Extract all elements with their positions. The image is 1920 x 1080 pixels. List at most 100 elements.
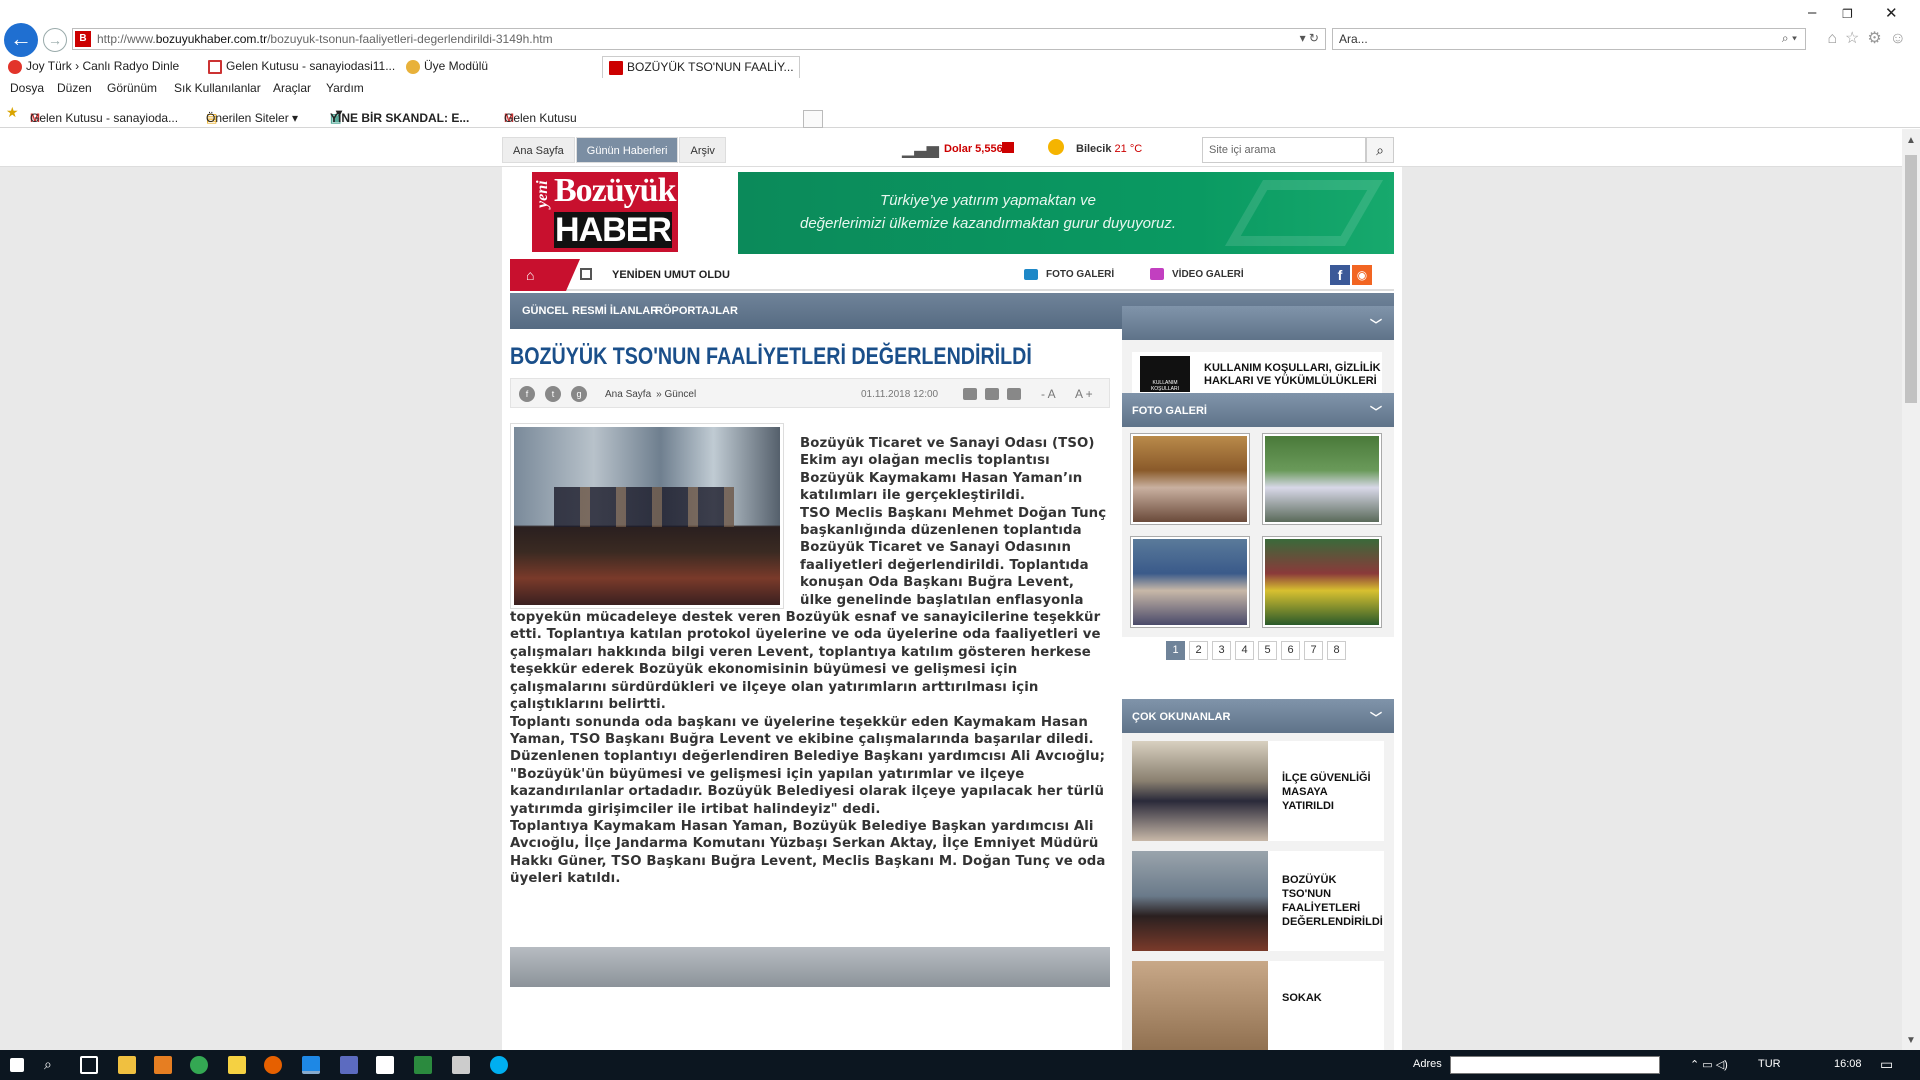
internet-explorer-icon[interactable] xyxy=(302,1056,320,1074)
font-decrease-button[interactable]: - A xyxy=(1041,387,1056,401)
search-icon[interactable]: ⌕ xyxy=(44,1056,52,1073)
store-icon[interactable] xyxy=(414,1056,432,1074)
minimize-icon[interactable]: – xyxy=(1808,4,1816,21)
menu-gorunum[interactable]: Görünüm xyxy=(107,81,157,95)
breadcrumb-ana-sayfa[interactable]: Ana Sayfa xyxy=(605,389,651,400)
mail-icon[interactable] xyxy=(985,388,999,400)
media-player-icon[interactable] xyxy=(154,1056,172,1074)
restore-icon[interactable]: ❐ xyxy=(1842,7,1853,21)
mail-icon[interactable] xyxy=(376,1056,394,1074)
home-icon[interactable]: ⌂ xyxy=(510,259,580,291)
skype-icon[interactable] xyxy=(490,1056,508,1074)
address-bar[interactable]: B http://www.bozuyukhaber.com.tr/bozuyuk… xyxy=(72,28,1326,50)
article-second-image[interactable] xyxy=(510,947,1110,987)
gallery-thumb[interactable] xyxy=(1130,536,1250,628)
facebook-icon[interactable]: f xyxy=(1330,265,1350,285)
scroll-down-icon[interactable]: ▼ xyxy=(1906,1035,1916,1046)
fav-skandal[interactable]: ▣ YİNE BİR SKANDAL: E... ▾ xyxy=(330,106,469,125)
page-button-2[interactable]: 2 xyxy=(1189,641,1208,660)
page-button-1[interactable]: 1 xyxy=(1166,641,1185,660)
chart-icon[interactable]: ▁▃▅ xyxy=(902,139,939,159)
page-button-4[interactable]: 4 xyxy=(1235,641,1254,660)
system-tray-icons[interactable]: ⌃ ▭ ◁) xyxy=(1690,1058,1728,1071)
menu-yardim[interactable]: Yardım xyxy=(326,81,364,95)
topnav-ana-sayfa[interactable]: Ana Sayfa xyxy=(502,137,575,163)
page-button-3[interactable]: 3 xyxy=(1212,641,1231,660)
firefox-icon[interactable] xyxy=(264,1056,282,1074)
chevron-down-icon[interactable]: ﹀ xyxy=(1370,709,1382,726)
page-button-7[interactable]: 7 xyxy=(1304,641,1323,660)
search-icon[interactable]: ⌕ ▾ xyxy=(1782,31,1797,46)
menu-sik-kullanilanlar[interactable]: Sık Kullanılanlar xyxy=(174,81,261,95)
rss-icon[interactable]: ◉ xyxy=(1352,265,1372,285)
toolbar-icons[interactable]: ⌂☆⚙☺ xyxy=(1827,28,1914,48)
foto-galeri-header[interactable]: FOTO GALERİ ﹀ xyxy=(1122,393,1394,427)
ad-banner[interactable]: Türkiye’ye yatırım yapmaktan ve değerler… xyxy=(738,172,1394,254)
app-icon[interactable] xyxy=(340,1056,358,1074)
article-body: Bozüyük Ticaret ve Sanayi Odası (TSO) Ek… xyxy=(510,435,1110,888)
gallery-thumb[interactable] xyxy=(1262,536,1382,628)
gallery-photo xyxy=(1133,436,1247,522)
refresh-icon[interactable]: ▾ ↻ xyxy=(1300,31,1319,45)
chevron-down-icon[interactable]: ﹀ xyxy=(1370,316,1382,333)
category-resmi-ilanlar[interactable]: RESMİ İLANLAR xyxy=(572,305,658,317)
menu-araclar[interactable]: Araçlar xyxy=(273,81,311,95)
topnav-arsiv[interactable]: Arşiv xyxy=(679,137,726,163)
scrollbar-thumb[interactable] xyxy=(1905,155,1917,403)
comment-icon[interactable] xyxy=(963,388,977,400)
popular-item[interactable]: BOZÜYÜK TSO'NUN FAALİYETLERİ DEĞERLENDİR… xyxy=(1132,851,1384,951)
twitter-share-icon[interactable]: t xyxy=(545,386,561,402)
menu-duzen[interactable]: Düzen xyxy=(57,81,92,95)
category-guncel[interactable]: GÜNCEL xyxy=(522,305,568,317)
tab-uye-modulu[interactable]: Üye Modülü xyxy=(400,56,600,78)
favorites-star-icon[interactable]: ★ xyxy=(6,104,19,121)
foto-galeri-link[interactable]: FOTO GALERİ xyxy=(1046,269,1114,280)
notifications-icon[interactable]: ▭ xyxy=(1880,1056,1893,1073)
tab-bozuyuk-active[interactable]: BOZÜYÜK TSO'NUN FAALİY...× xyxy=(602,56,800,78)
close-icon[interactable]: ✕ xyxy=(1885,4,1898,22)
browser-search-input[interactable]: Ara... ⌕ ▾ xyxy=(1332,28,1806,50)
notes-icon[interactable] xyxy=(228,1056,246,1074)
chrome-icon[interactable] xyxy=(190,1056,208,1074)
popular-photo xyxy=(1132,741,1268,841)
google-plus-share-icon[interactable]: g xyxy=(571,386,587,402)
cok-okunanlar-header[interactable]: ÇOK OKUNANLAR ﹀ xyxy=(1122,699,1394,733)
back-button[interactable]: ← xyxy=(4,23,38,57)
address-url[interactable]: http://www.bozuyukhaber.com.tr/bozuyuk-t… xyxy=(97,32,553,46)
clock[interactable]: 16:08 xyxy=(1834,1058,1862,1070)
task-view-icon[interactable] xyxy=(80,1056,98,1074)
language-indicator[interactable]: TUR xyxy=(1758,1058,1781,1070)
rules-link[interactable]: KULLANIM KOŞULLARI KULLANIM KOŞULLARI, G… xyxy=(1132,352,1382,396)
calculator-icon[interactable] xyxy=(452,1056,470,1074)
category-roportajlar[interactable]: RÖPORTAJLAR xyxy=(655,305,738,317)
topnav-gunun-haberleri[interactable]: Günün Haberleri xyxy=(575,137,679,163)
menu-dosya[interactable]: Dosya xyxy=(10,81,44,95)
popular-photo xyxy=(1132,961,1268,1050)
rules-box-header[interactable]: ﹀ xyxy=(1122,306,1394,340)
facebook-share-icon[interactable]: f xyxy=(519,386,535,402)
tab-gmail[interactable]: Gelen Kutusu - sanayiodasi11... xyxy=(202,56,398,78)
file-explorer-icon[interactable] xyxy=(118,1056,136,1074)
page-button-6[interactable]: 6 xyxy=(1281,641,1300,660)
site-search-input[interactable]: Site içi arama xyxy=(1202,137,1366,163)
site-logo[interactable]: yeni Bozüyük HABER xyxy=(532,172,678,252)
font-increase-button[interactable]: A + xyxy=(1075,387,1093,401)
page-scrollbar[interactable]: ▲ ▼ xyxy=(1902,129,1920,1050)
news-ticker[interactable]: YENİDEN UMUT OLDU xyxy=(612,269,730,281)
gallery-thumb[interactable] xyxy=(1262,433,1382,525)
breadcrumb-guncel[interactable]: » Güncel xyxy=(656,389,696,400)
forward-button[interactable]: → xyxy=(43,28,67,52)
popular-item[interactable]: İLÇE GÜVENLİĞİ MASAYA YATIRILDI xyxy=(1132,741,1384,841)
windows-start-icon[interactable] xyxy=(10,1058,24,1072)
search-icon[interactable]: ⌕ xyxy=(1366,137,1394,163)
page-button-5[interactable]: 5 xyxy=(1258,641,1277,660)
scroll-up-icon[interactable]: ▲ xyxy=(1906,135,1916,146)
popular-item[interactable]: SOKAK xyxy=(1132,961,1384,1050)
page-button-8[interactable]: 8 xyxy=(1327,641,1346,660)
print-icon[interactable] xyxy=(1007,388,1021,400)
tab-joyturk[interactable]: Joy Türk › Canlı Radyo Dinle xyxy=(2,56,202,78)
video-galeri-link[interactable]: VİDEO GALERİ xyxy=(1172,269,1244,280)
chevron-down-icon[interactable]: ﹀ xyxy=(1370,403,1382,420)
gallery-thumb[interactable] xyxy=(1130,433,1250,525)
adres-input[interactable] xyxy=(1450,1056,1660,1074)
